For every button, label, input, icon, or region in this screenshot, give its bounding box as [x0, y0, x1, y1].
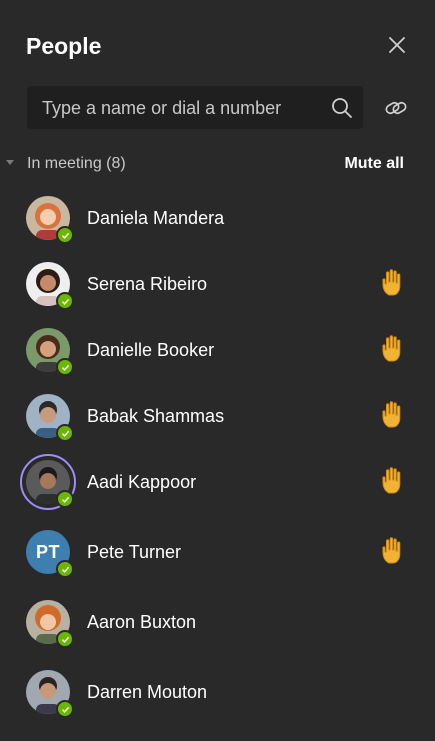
avatar [26, 328, 74, 376]
raised-hand-icon [382, 537, 401, 564]
participant-row[interactable]: Darren Mouton [0, 660, 435, 722]
avatar [26, 600, 74, 648]
section-label: In meeting (8) [27, 155, 126, 172]
presence-available-icon [56, 292, 74, 310]
people-panel: People In meeting (8) Mute all [0, 0, 435, 741]
share-invite-link-button[interactable] [382, 94, 410, 122]
raised-hand-icon [382, 335, 401, 362]
search-box [27, 86, 363, 131]
raised-hand-icon [382, 269, 401, 296]
avatar-speaking [20, 454, 76, 510]
participant-name: Daniela Mandera [87, 208, 225, 228]
presence-available-icon [56, 424, 74, 442]
mute-all-button[interactable]: Mute all [344, 154, 404, 174]
search-icon [332, 98, 352, 118]
presence-available-icon [56, 700, 74, 718]
search-button[interactable] [329, 95, 355, 121]
participant-row[interactable]: PT Pete Turner [0, 520, 435, 582]
panel-header: People [0, 0, 435, 90]
avatar: PT [26, 530, 74, 578]
link-icon [385, 101, 407, 115]
raised-hand-icon [382, 467, 401, 494]
avatar [26, 262, 74, 310]
presence-available-icon [56, 358, 74, 376]
avatar [26, 670, 74, 718]
participant-row[interactable]: Serena Ribeiro [0, 252, 435, 314]
participant-name: Danielle Booker [87, 340, 215, 360]
participant-name: Pete Turner [87, 542, 182, 562]
in-meeting-section-header[interactable]: In meeting (8) Mute all [0, 148, 435, 180]
avatar [26, 394, 74, 442]
participant-row[interactable]: Aadi Kappoor [0, 450, 435, 512]
close-icon [389, 37, 405, 53]
participant-row[interactable]: Danielle Booker [0, 318, 435, 380]
participant-row[interactable]: Daniela Mandera [0, 186, 435, 248]
participant-name: Aadi Kappoor [87, 472, 197, 492]
participant-row[interactable]: Babak Shammas [0, 384, 435, 446]
participant-name: Darren Mouton [87, 682, 208, 702]
presence-available-icon [56, 490, 74, 508]
participant-name: Serena Ribeiro [87, 274, 208, 294]
avatar [26, 196, 74, 244]
participant-row[interactable]: Aaron Buxton [0, 590, 435, 652]
participant-name: Babak Shammas [87, 406, 225, 426]
search-input[interactable] [27, 86, 334, 131]
chevron-down-icon [6, 160, 14, 165]
raised-hand-icon [382, 401, 401, 428]
presence-available-icon [56, 630, 74, 648]
close-button[interactable] [384, 32, 410, 58]
presence-available-icon [56, 226, 74, 244]
presence-available-icon [56, 560, 74, 578]
participant-name: Aaron Buxton [87, 612, 197, 632]
panel-title: People [26, 33, 102, 59]
